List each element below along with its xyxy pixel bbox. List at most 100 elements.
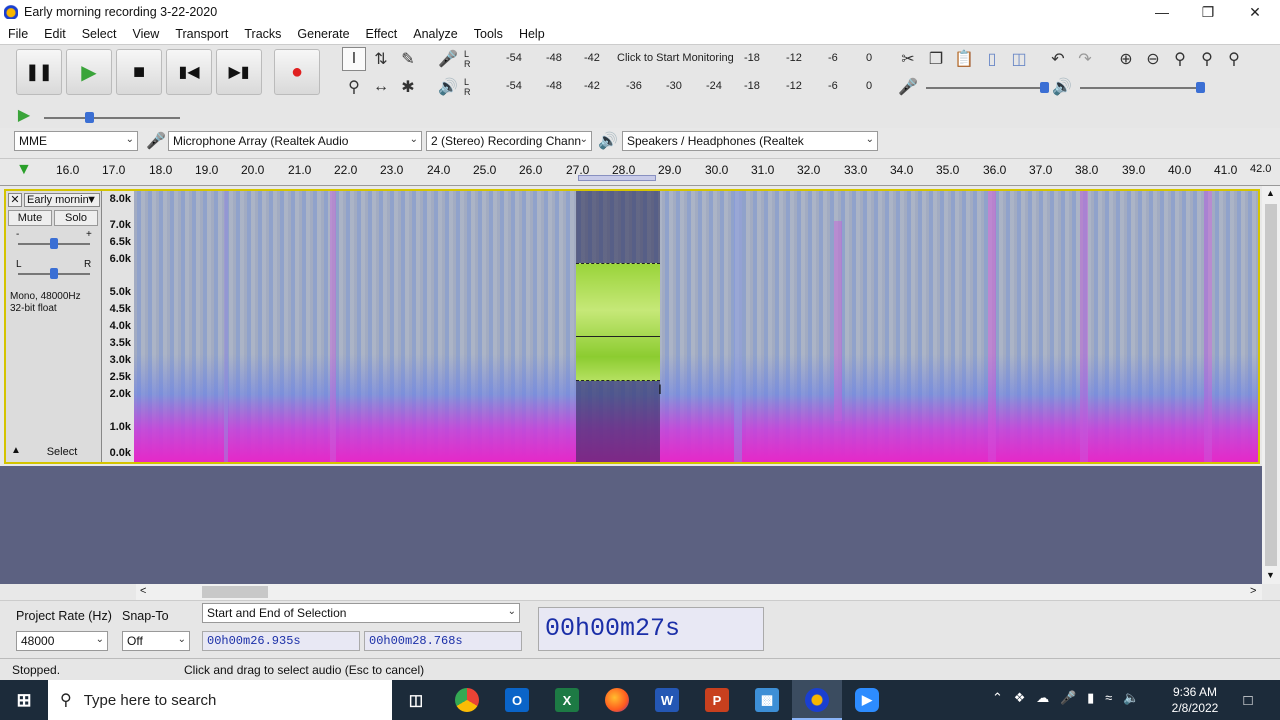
zoom-toggle-button[interactable]: ⚲ bbox=[1222, 47, 1246, 71]
collapse-track-button[interactable]: ▲ bbox=[8, 445, 24, 459]
menu-transport[interactable]: Transport bbox=[167, 27, 236, 41]
menu-help[interactable]: Help bbox=[511, 27, 553, 41]
clock[interactable]: 9:36 AM 2/8/2022 bbox=[1160, 684, 1230, 716]
playback-volume-slider[interactable] bbox=[1080, 87, 1202, 89]
horizontal-scrollbar[interactable]: < > bbox=[136, 584, 1262, 600]
pause-button[interactable]: ❚❚ bbox=[16, 49, 62, 95]
microphone-tray-icon[interactable]: 🎤 bbox=[1060, 690, 1076, 705]
select-track-button[interactable]: Select bbox=[26, 444, 98, 460]
windows-start-icon[interactable]: ⊞ bbox=[12, 688, 36, 712]
outlook-icon[interactable]: O bbox=[505, 688, 529, 712]
draw-tool-button[interactable]: ✎ bbox=[396, 47, 420, 71]
selection-tool-button[interactable]: I bbox=[342, 47, 366, 71]
play-button[interactable]: ▶ bbox=[66, 49, 112, 95]
menu-select[interactable]: Select bbox=[74, 27, 125, 41]
maximize-button[interactable]: ❐ bbox=[1185, 0, 1231, 24]
recording-volume-thumb[interactable] bbox=[1040, 82, 1049, 93]
recording-channels-select[interactable]: 2 (Stereo) Recording Chann ⌄ bbox=[426, 131, 592, 151]
firefox-icon[interactable] bbox=[605, 688, 629, 712]
zoom-tool-button[interactable]: ⚲ bbox=[342, 75, 366, 99]
taskbar-search-box[interactable]: ⚲ Type here to search bbox=[48, 680, 392, 720]
volume-icon[interactable]: 🔈 bbox=[1123, 690, 1139, 705]
track-close-button[interactable]: ✕ bbox=[8, 193, 22, 207]
selection-mode-select[interactable]: Start and End of Selection ⌄ bbox=[202, 603, 520, 623]
wifi-icon[interactable]: ≈ bbox=[1105, 690, 1112, 705]
horizontal-scroll-thumb[interactable] bbox=[202, 586, 268, 598]
minimize-button[interactable]: — bbox=[1139, 0, 1185, 24]
scroll-down-icon[interactable]: ▼ bbox=[1266, 570, 1275, 580]
menu-analyze[interactable]: Analyze bbox=[405, 27, 465, 41]
frequency-axis[interactable]: 8.0k 7.0k 6.5k 6.0k 5.0k 4.5k 4.0k 3.5k … bbox=[102, 191, 134, 462]
spectrogram[interactable]: I bbox=[134, 191, 1258, 462]
multi-tool-button[interactable]: ✱ bbox=[396, 75, 420, 99]
pan-slider-thumb[interactable] bbox=[50, 268, 58, 279]
recording-volume-slider[interactable] bbox=[926, 87, 1046, 89]
undo-button[interactable]: ↶ bbox=[1046, 47, 1070, 71]
menu-tracks[interactable]: Tracks bbox=[236, 27, 289, 41]
timeshift-tool-button[interactable]: ↔ bbox=[369, 75, 393, 99]
menu-effect[interactable]: Effect bbox=[358, 27, 406, 41]
audio-position-time[interactable]: 00h00m27s bbox=[538, 607, 764, 651]
vertical-scrollbar[interactable]: ▲ ▼ bbox=[1262, 186, 1280, 584]
selection-end-time[interactable]: 00h00m28.768s bbox=[364, 631, 522, 651]
onedrive-icon[interactable]: ☁ bbox=[1036, 690, 1049, 705]
stop-button[interactable]: ■ bbox=[116, 49, 162, 95]
powerpoint-icon[interactable]: P bbox=[705, 688, 729, 712]
chrome-icon[interactable] bbox=[455, 688, 479, 712]
task-view-icon[interactable]: ◫ bbox=[404, 688, 428, 712]
word-icon[interactable]: W bbox=[655, 688, 679, 712]
battery-icon[interactable]: ▮ bbox=[1087, 690, 1094, 705]
audio-host-select[interactable]: MME ⌄ bbox=[14, 131, 138, 151]
record-button[interactable]: ● bbox=[274, 49, 320, 95]
skip-end-button[interactable]: ▶▮ bbox=[216, 49, 262, 95]
silence-button[interactable]: ◫ bbox=[1007, 47, 1031, 71]
copy-button[interactable]: ❐ bbox=[924, 47, 948, 71]
playback-meter[interactable]: L R -54 -48 -42 -36 -30 -24 -18 -12 -6 0 bbox=[462, 77, 882, 97]
zoom-app-icon[interactable]: ▶ bbox=[855, 688, 879, 712]
skip-start-button[interactable]: ▮◀ bbox=[166, 49, 212, 95]
snap-to-select[interactable]: Off ⌄ bbox=[122, 631, 190, 651]
fit-project-button[interactable]: ⚲ bbox=[1195, 47, 1219, 71]
notifications-icon[interactable]: □ bbox=[1236, 688, 1260, 712]
selection-start-time[interactable]: 00h00m26.935s bbox=[202, 631, 360, 651]
menu-file[interactable]: File bbox=[0, 27, 36, 41]
timeline-ruler[interactable]: ▼ 16.0 17.0 18.0 19.0 20.0 21.0 22.0 23.… bbox=[0, 158, 1280, 186]
recording-device-select[interactable]: Microphone Array (Realtek Audio ⌄ bbox=[168, 131, 422, 151]
scroll-up-icon[interactable]: ▲ bbox=[1266, 188, 1275, 198]
menu-edit[interactable]: Edit bbox=[36, 27, 74, 41]
menu-view[interactable]: View bbox=[124, 27, 167, 41]
playback-volume-thumb[interactable] bbox=[1196, 82, 1205, 93]
zoom-in-button[interactable]: ⊕ bbox=[1114, 47, 1138, 71]
ruler-selection-marker[interactable] bbox=[578, 175, 656, 181]
monitoring-prompt[interactable]: Click to Start Monitoring bbox=[617, 52, 734, 64]
close-button[interactable]: ✕ bbox=[1232, 0, 1278, 24]
trim-button[interactable]: ▯ bbox=[980, 47, 1004, 71]
file-explorer-icon[interactable]: ▩ bbox=[755, 688, 779, 712]
menu-tools[interactable]: Tools bbox=[466, 27, 511, 41]
recording-meter[interactable]: L R -54 -48 -42 Click to Start Monitorin… bbox=[462, 49, 882, 69]
playback-device-select[interactable]: Speakers / Headphones (Realtek ⌄ bbox=[622, 131, 878, 151]
paste-button[interactable]: 📋 bbox=[952, 47, 976, 71]
redo-button[interactable]: ↷ bbox=[1073, 47, 1097, 71]
envelope-tool-button[interactable]: ⇅ bbox=[369, 47, 393, 71]
play-speed-slider[interactable] bbox=[44, 117, 180, 119]
play-speed-thumb[interactable] bbox=[85, 112, 94, 123]
audacity-taskbar-button[interactable] bbox=[792, 680, 842, 720]
track-name-menu[interactable]: Early mornin ▼ bbox=[24, 193, 100, 207]
solo-button[interactable]: Solo bbox=[54, 210, 98, 226]
empty-track-area[interactable] bbox=[0, 466, 1262, 584]
spectral-selection[interactable] bbox=[576, 263, 660, 381]
zoom-out-button[interactable]: ⊖ bbox=[1141, 47, 1165, 71]
vertical-scroll-thumb[interactable] bbox=[1265, 204, 1277, 566]
scroll-left-icon[interactable]: < bbox=[140, 585, 146, 597]
play-at-speed-button[interactable]: ▶ bbox=[12, 103, 36, 127]
menu-generate[interactable]: Generate bbox=[289, 27, 357, 41]
scroll-right-icon[interactable]: > bbox=[1250, 585, 1256, 597]
chevron-up-icon[interactable]: ⌃ bbox=[992, 690, 1003, 705]
cut-button[interactable]: ✂ bbox=[896, 47, 920, 71]
project-rate-select[interactable]: 48000 ⌄ bbox=[16, 631, 108, 651]
excel-icon[interactable]: X bbox=[555, 688, 579, 712]
fit-selection-button[interactable]: ⚲ bbox=[1168, 47, 1192, 71]
dropbox-icon[interactable]: ❖ bbox=[1014, 690, 1026, 705]
pin-head-icon[interactable]: ▼ bbox=[16, 161, 32, 179]
